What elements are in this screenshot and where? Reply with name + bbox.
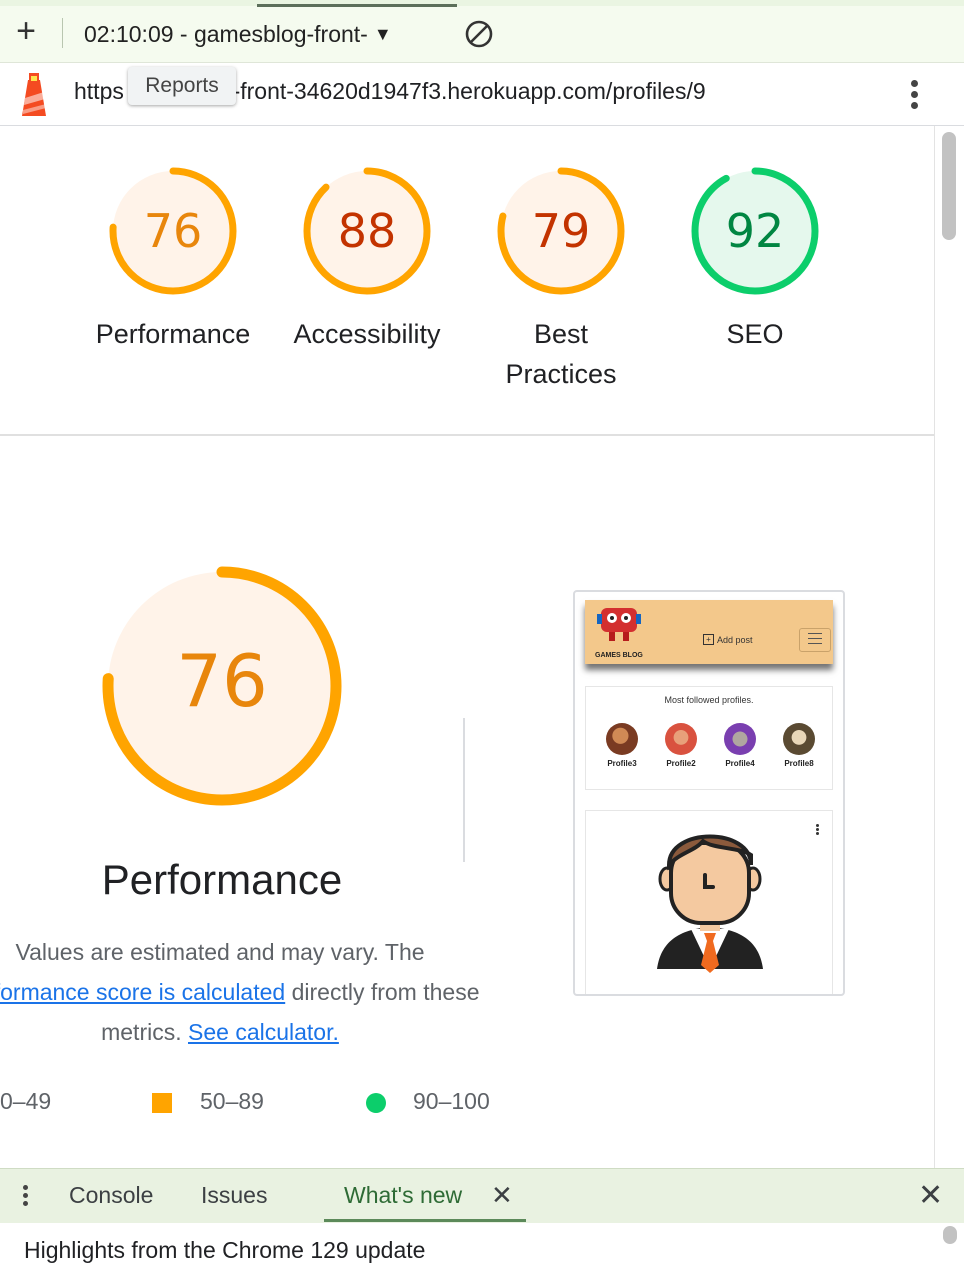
- thumb-profile-card: [585, 810, 833, 994]
- score-value: 79: [531, 204, 591, 258]
- desc-line1: Values are estimated and may vary. The: [15, 939, 425, 965]
- block-icon[interactable]: [463, 18, 495, 50]
- legend-average-square-icon: [152, 1093, 172, 1113]
- thumb-profile-name: Profile3: [607, 759, 637, 768]
- thumb-profile-item: Profile3: [597, 723, 647, 768]
- score-calculated-link[interactable]: performance score is calculated: [0, 979, 285, 1005]
- plus-box-icon: +: [703, 634, 714, 645]
- performance-title: Performance: [101, 856, 343, 903]
- default-avatar-icon: [657, 834, 763, 973]
- score-value: 92: [725, 204, 785, 258]
- avatar: [665, 723, 697, 755]
- drawer-scrollbar-thumb[interactable]: [943, 1226, 957, 1244]
- caret-down-icon: ▼: [373, 23, 392, 44]
- thumb-profile-item: Profile2: [656, 723, 706, 768]
- toolbar-top-strip: [0, 0, 964, 6]
- thumb-popular-profiles: Most followed profiles. Profile3 Profile…: [585, 686, 833, 790]
- thumb-profile-name: Profile2: [666, 759, 696, 768]
- thumb-navbar: GAMES BLOG + Add post: [585, 600, 833, 664]
- score-value: 76: [143, 204, 203, 258]
- thumb-add-post: + Add post: [703, 634, 753, 645]
- legend-average-label: 50–89: [200, 1088, 264, 1114]
- tab-console[interactable]: Console: [69, 1182, 153, 1209]
- avatar: [783, 723, 815, 755]
- thumb-add-post-label: Add post: [717, 634, 753, 645]
- final-screenshot[interactable]: GAMES BLOG + Add post Most followed prof…: [573, 590, 845, 996]
- close-tab-icon[interactable]: ✕: [491, 1180, 513, 1211]
- close-drawer-icon[interactable]: ✕: [918, 1178, 943, 1213]
- lighthouse-icon: [22, 73, 46, 116]
- thumb-profile-name: Profile4: [725, 759, 755, 768]
- active-tab-underline: [324, 1219, 526, 1222]
- score-label: SEO: [726, 319, 784, 349]
- thumb-profile-name: Profile8: [784, 759, 814, 768]
- score-label: Best Practices: [505, 319, 617, 389]
- see-calculator-link[interactable]: See calculator.: [188, 1019, 339, 1045]
- games-blog-logo-icon: [597, 608, 641, 641]
- url-prefix: https: [74, 78, 124, 104]
- tab-issues[interactable]: Issues: [201, 1182, 267, 1209]
- section-divider: [0, 434, 934, 436]
- thumb-brand: GAMES BLOG: [595, 652, 643, 659]
- active-panel-indicator: [257, 4, 457, 7]
- thumb-profile-item: Profile4: [715, 723, 765, 768]
- kebab-menu-icon[interactable]: [900, 76, 928, 112]
- performance-score-large: 76: [176, 639, 268, 723]
- drawer-kebab-menu-icon[interactable]: [18, 1182, 32, 1212]
- scrollbar-thumb[interactable]: [942, 132, 956, 240]
- score-gauge-seo[interactable]: 92: [690, 166, 820, 296]
- thumb-panel-title: Most followed profiles.: [664, 695, 754, 705]
- vertical-separator: [463, 718, 465, 862]
- score-gauge-accessibility[interactable]: 88: [302, 166, 432, 296]
- report-selector[interactable]: 02:10:09 - gamesblog-front- ▼: [84, 19, 392, 49]
- url-rest: log-front-34620d1947f3.herokuapp.com/pro…: [201, 78, 706, 104]
- whats-new-heading: Highlights from the Chrome 129 update: [24, 1237, 426, 1263]
- tab-whats-new[interactable]: What's new: [344, 1182, 462, 1209]
- scrollbar-track[interactable]: [934, 126, 964, 1168]
- legend-pass-circle-icon: [366, 1093, 386, 1113]
- performance-description: Values are estimated and may vary. The p…: [0, 932, 480, 1052]
- report-selector-label: 02:10:09 - gamesblog-front-: [84, 20, 368, 47]
- reports-tooltip: Reports: [128, 67, 236, 105]
- hamburger-icon: [799, 628, 831, 652]
- score-label: Performance: [95, 319, 251, 349]
- score-gauge-performance[interactable]: 76: [108, 166, 238, 296]
- score-value: 88: [337, 204, 397, 258]
- kebab-menu-icon: [814, 823, 820, 836]
- legend-fail-label: 0–49: [0, 1088, 52, 1114]
- toolbar-separator: [62, 18, 63, 48]
- score-label: Accessibility: [293, 319, 441, 349]
- avatar: [606, 723, 638, 755]
- avatar: [724, 723, 756, 755]
- score-gauge-best-practices[interactable]: 79: [496, 166, 626, 296]
- plus-icon[interactable]: +: [10, 14, 42, 50]
- thumb-profile-item: Profile8: [774, 723, 824, 768]
- legend-pass-label: 90–100: [413, 1088, 490, 1114]
